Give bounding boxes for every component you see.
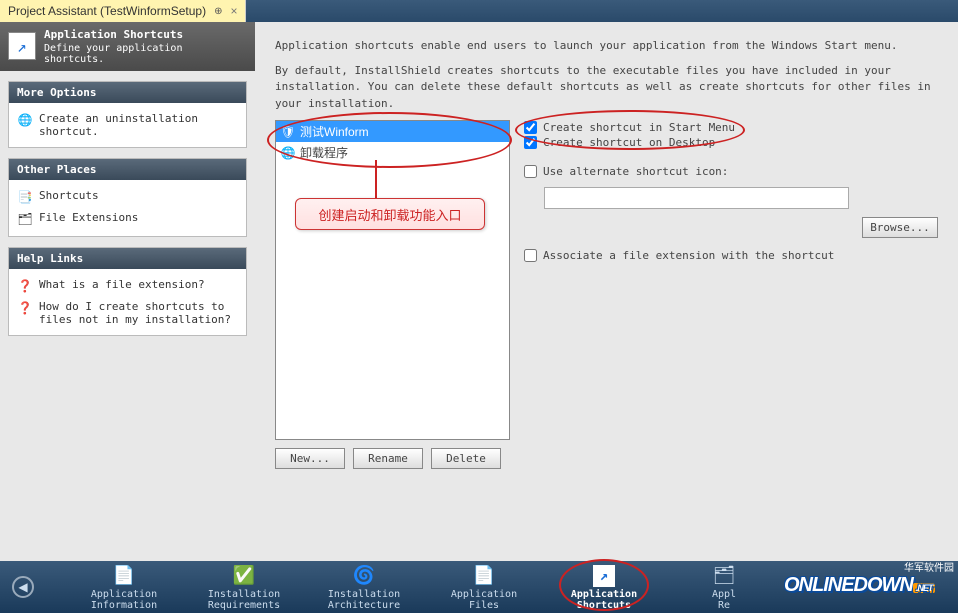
shortcut-label: 卸载程序: [300, 144, 348, 161]
nav-app-registry[interactable]: 🗂 ApplRe: [664, 561, 784, 613]
checkbox-alt-icon[interactable]: Use alternate shortcut icon:: [524, 164, 942, 179]
delete-button[interactable]: Delete: [431, 448, 501, 469]
checkbox-label: Create shortcut on Desktop: [543, 136, 715, 149]
browse-button[interactable]: Browse...: [862, 217, 938, 238]
sidebar-item-file-extensions[interactable]: 🗂 File Extensions: [15, 208, 240, 230]
panel-title-help-links: Help Links: [9, 248, 246, 269]
watermark-en: ONLINEDOWN: [784, 574, 913, 596]
intro-text-2: By default, InstallShield creates shortc…: [275, 63, 942, 113]
checkbox-desktop[interactable]: Create shortcut on Desktop: [524, 135, 942, 150]
sidebar-desc: Define your application shortcuts.: [44, 43, 247, 65]
check-icon: ✅: [232, 563, 256, 587]
pin-icon[interactable]: ⊕: [214, 6, 222, 17]
project-tab[interactable]: Project Assistant (TestWinformSetup) ⊕ ×: [0, 0, 246, 22]
sidebar-item-uninstall-shortcut[interactable]: 🌐 Create an uninstallation shortcut.: [15, 109, 240, 141]
watermark: 华军软件园 ONLINEDOWN.NET: [784, 563, 954, 611]
nav-app-information[interactable]: 📄 ApplicationInformation: [64, 561, 184, 613]
rename-button[interactable]: Rename: [353, 448, 423, 469]
checkbox-input-desktop[interactable]: [524, 136, 537, 149]
watermark-suffix: .NET: [913, 583, 936, 593]
shortcut-list[interactable]: 🛡 测试Winform 🌐 卸载程序: [275, 120, 510, 440]
doc-icon: 📄: [112, 563, 136, 587]
help-icon: ❓: [17, 278, 33, 294]
shortcut-item-test-winform[interactable]: 🛡 测试Winform: [276, 121, 509, 142]
checkbox-start-menu[interactable]: Create shortcut in Start Menu: [524, 120, 942, 135]
sidebar: ↗ Application Shortcuts Define your appl…: [0, 22, 255, 561]
checkbox-input-alt-icon[interactable]: [524, 165, 537, 178]
bottom-nav: ◀ 📄 ApplicationInformation ✅ Installatio…: [0, 561, 958, 613]
sidebar-item-label: How do I create shortcuts to files not i…: [39, 300, 238, 326]
shortcut-options: Create shortcut in Start Menu Create sho…: [520, 120, 942, 469]
checkbox-label: Create shortcut in Start Menu: [543, 121, 735, 134]
panel-title-other-places: Other Places: [9, 159, 246, 180]
checkbox-assoc-ext[interactable]: Associate a file extension with the shor…: [524, 248, 942, 263]
panel-title-more-options: More Options: [9, 82, 246, 103]
panel-other-places: Other Places 📑 Shortcuts 🗂 File Extensio…: [8, 158, 247, 237]
registry-icon: 🗂: [712, 563, 736, 587]
annotation-line: [375, 160, 377, 200]
sidebar-item-label: Shortcuts: [39, 189, 99, 202]
sidebar-item-label: What is a file extension?: [39, 278, 205, 291]
alt-icon-path-input[interactable]: [544, 187, 849, 209]
panel-more-options: More Options 🌐 Create an uninstallation …: [8, 81, 247, 148]
checkbox-label: Use alternate shortcut icon:: [543, 165, 728, 178]
arch-icon: 🌀: [352, 563, 376, 587]
sidebar-item-shortcuts[interactable]: 📑 Shortcuts: [15, 186, 240, 208]
shortcut-arrow-icon: ↗: [8, 32, 36, 60]
file-ext-icon: 🗂: [17, 211, 33, 227]
close-icon[interactable]: ×: [230, 4, 237, 18]
globe-icon: 🌐: [17, 112, 33, 128]
panel-help-links: Help Links ❓ What is a file extension? ❓…: [8, 247, 247, 336]
nav-back-button[interactable]: ◀: [12, 576, 34, 598]
sidebar-title: Application Shortcuts: [44, 28, 247, 41]
tab-bar: Project Assistant (TestWinformSetup) ⊕ ×: [0, 0, 958, 22]
intro-text-1: Application shortcuts enable end users t…: [275, 38, 942, 55]
checkbox-input-assoc-ext[interactable]: [524, 249, 537, 262]
new-button[interactable]: New...: [275, 448, 345, 469]
help-icon: ❓: [17, 300, 33, 316]
main-area: ↗ Application Shortcuts Define your appl…: [0, 22, 958, 561]
uninstall-icon: 🌐: [280, 145, 296, 161]
nav-install-requirements[interactable]: ✅ InstallationRequirements: [184, 561, 304, 613]
help-link-file-extension[interactable]: ❓ What is a file extension?: [15, 275, 240, 297]
tab-title: Project Assistant (TestWinformSetup): [8, 4, 206, 18]
watermark-cn: 华军软件园: [784, 559, 954, 574]
sidebar-item-label: Create an uninstallation shortcut.: [39, 112, 238, 138]
nav-app-shortcuts[interactable]: ↗ ApplicationShortcuts: [544, 561, 664, 613]
sidebar-header: ↗ Application Shortcuts Define your appl…: [0, 22, 255, 71]
shortcut-arrow-icon: ↗: [593, 565, 615, 587]
app-icon: 🛡: [280, 124, 296, 140]
sidebar-item-label: File Extensions: [39, 211, 138, 224]
shortcut-item-uninstall[interactable]: 🌐 卸载程序: [276, 142, 509, 163]
nav-app-files[interactable]: 📄 ApplicationFiles: [424, 561, 544, 613]
help-link-create-shortcuts[interactable]: ❓ How do I create shortcuts to files not…: [15, 297, 240, 329]
shortcuts-icon: 📑: [17, 189, 33, 205]
checkbox-input-start-menu[interactable]: [524, 121, 537, 134]
file-icon: 📄: [472, 563, 496, 587]
checkbox-label: Associate a file extension with the shor…: [543, 249, 834, 262]
shortcut-label: 测试Winform: [300, 123, 369, 140]
annotation-callout: 创建启动和卸载功能入口: [295, 198, 485, 230]
nav-install-architecture[interactable]: 🌀 InstallationArchitecture: [304, 561, 424, 613]
content-pane: Application shortcuts enable end users t…: [255, 22, 958, 561]
